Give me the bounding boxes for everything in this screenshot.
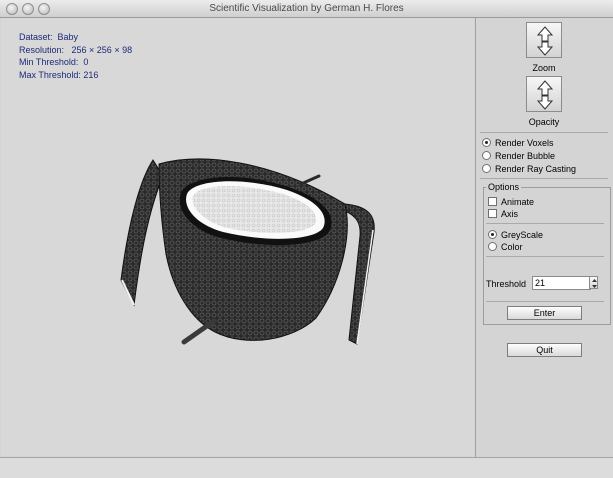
opacity-label: Opacity [528, 117, 560, 127]
divider [480, 178, 608, 179]
zoom-button[interactable] [526, 22, 562, 58]
arrow-up-down-icon [536, 80, 554, 110]
quit-button[interactable]: Quit [507, 343, 582, 357]
threshold-stepper[interactable] [589, 276, 598, 289]
radio-selected-icon[interactable] [488, 230, 497, 240]
radio-icon[interactable] [482, 164, 491, 174]
axis-checkbox[interactable]: Axis [488, 208, 518, 220]
radio-icon[interactable] [488, 242, 497, 252]
render-bubble-option[interactable]: Render Bubble [482, 150, 555, 162]
animate-checkbox[interactable]: Animate [488, 196, 534, 208]
divider [486, 301, 604, 302]
divider [486, 256, 604, 257]
render-ray-casting-option[interactable]: Render Ray Casting [482, 163, 576, 175]
control-panel: Zoom Opacity Render Voxels Render Bubble… [476, 18, 612, 457]
status-bar [0, 457, 613, 478]
opacity-button[interactable] [526, 76, 562, 112]
render-viewport[interactable]: Dataset: Baby Resolution: 256 × 256 × 98… [1, 18, 474, 456]
arrow-up-down-icon [536, 26, 554, 56]
threshold-label: Threshold [486, 279, 527, 289]
options-title: Options [486, 182, 522, 192]
color-option[interactable]: Color [488, 241, 523, 253]
title-bar: Scientific Visualization by German H. Fl… [0, 0, 613, 18]
render-voxels-option[interactable]: Render Voxels [482, 137, 554, 149]
volume-render-image [120, 158, 375, 345]
greyscale-option[interactable]: GreyScale [488, 229, 543, 241]
divider [480, 132, 608, 133]
radio-icon[interactable] [482, 151, 491, 161]
stepper-icon [592, 279, 597, 288]
zoom-label: Zoom [532, 63, 556, 73]
window-title: Scientific Visualization by German H. Fl… [209, 3, 404, 14]
checkbox-icon[interactable] [488, 209, 497, 219]
enter-button[interactable]: Enter [507, 306, 582, 320]
divider [486, 223, 604, 224]
radio-selected-icon[interactable] [482, 138, 491, 148]
threshold-input[interactable]: 21 [532, 276, 591, 290]
checkbox-icon[interactable] [488, 197, 497, 207]
